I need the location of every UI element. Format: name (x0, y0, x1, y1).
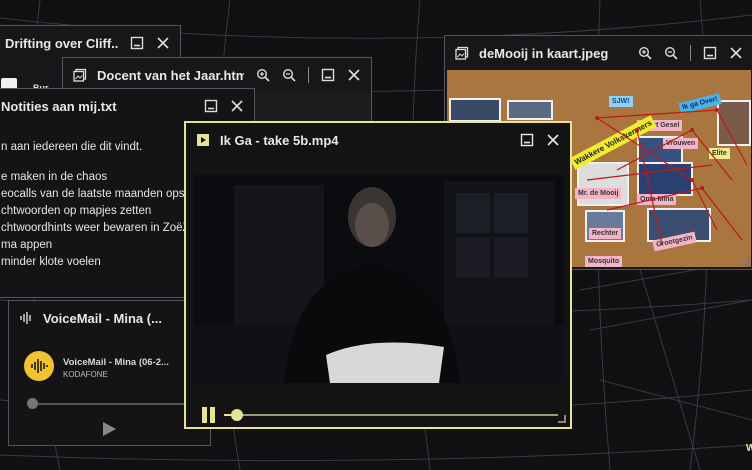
window-title: deMooij in kaart.jpeg (479, 45, 609, 61)
track-subtitle: KODAFONE (63, 370, 108, 379)
toolbar-divider (308, 67, 309, 83)
list-item: ma appen (1, 239, 53, 251)
window-title: Drifting over Cliff... (5, 35, 118, 51)
close-icon[interactable] (729, 46, 743, 60)
close-icon[interactable] (230, 99, 244, 113)
window-title: Ik Ga - take 5b.mp4 (220, 132, 339, 148)
video-seek-handle[interactable] (231, 409, 244, 421)
zoom-in-icon[interactable] (256, 68, 270, 82)
zoom-out-icon[interactable] (282, 68, 296, 82)
close-icon[interactable] (156, 36, 170, 50)
list-item: eocalls van de laatste maanden opsp (1, 188, 191, 200)
audio-seek-bar[interactable] (31, 403, 209, 405)
titlebar[interactable]: Drifting over Cliff... (0, 26, 180, 60)
note-list: e maken in de chaos eocalls van de laats… (1, 169, 191, 271)
list-item: chtwoordhints weer bewaren in ZoëZ (1, 222, 190, 234)
close-icon[interactable] (546, 133, 560, 147)
window-title: Docent van het Jaar.html (97, 67, 244, 83)
video-seek-bar[interactable] (224, 414, 558, 416)
play-icon[interactable] (101, 421, 117, 437)
voicemail-badge (24, 351, 54, 381)
resize-handle[interactable] (742, 258, 750, 266)
audio-wave-icon (20, 312, 31, 324)
pause-button[interactable] (202, 407, 216, 423)
minimize-icon[interactable] (321, 68, 335, 82)
zoom-in-icon[interactable] (638, 46, 652, 60)
minimize-icon[interactable] (703, 46, 717, 60)
titlebar[interactable]: Docent van het Jaar.html (63, 58, 371, 92)
minimize-icon[interactable] (204, 99, 218, 113)
toolbar-divider (690, 45, 691, 61)
image-file-icon (73, 68, 87, 82)
resize-handle[interactable] (558, 415, 566, 423)
list-item: chtwoorden op mapjes zetten (1, 205, 152, 217)
titlebar[interactable]: VoiceMail - Mina (... (9, 301, 210, 335)
titlebar[interactable]: Notities aan mij.txt (0, 89, 254, 123)
list-item: e maken in de chaos (1, 171, 108, 183)
corner-label: W (746, 443, 752, 454)
zoom-out-icon[interactable] (664, 46, 678, 60)
desktop: Drifting over Cliff... Bur Docent van he… (0, 0, 752, 470)
track-title: VoiceMail - Mina (06-2... (63, 357, 169, 368)
window-title: VoiceMail - Mina (... (43, 310, 162, 326)
close-icon[interactable] (347, 68, 361, 82)
list-item: minder klote voelen (1, 256, 101, 268)
window-video[interactable]: Ik Ga - take 5b.mp4 (184, 121, 572, 429)
audio-wave-icon (31, 359, 48, 373)
titlebar[interactable]: deMooij in kaart.jpeg (445, 36, 752, 70)
note-intro: n aan iedereen die dit vindt. (1, 141, 143, 153)
window-voicemail[interactable]: VoiceMail - Mina (... VoiceMail - Mina (… (8, 300, 211, 446)
image-file-icon (455, 46, 469, 60)
video-player[interactable] (194, 175, 564, 383)
video-frame (194, 175, 564, 383)
minimize-icon[interactable] (130, 36, 144, 50)
window-title: Notities aan mij.txt (1, 98, 117, 114)
titlebar[interactable]: Ik Ga - take 5b.mp4 (186, 123, 570, 157)
audio-seek-handle[interactable] (27, 398, 38, 409)
minimize-icon[interactable] (520, 133, 534, 147)
video-file-icon (197, 134, 209, 146)
